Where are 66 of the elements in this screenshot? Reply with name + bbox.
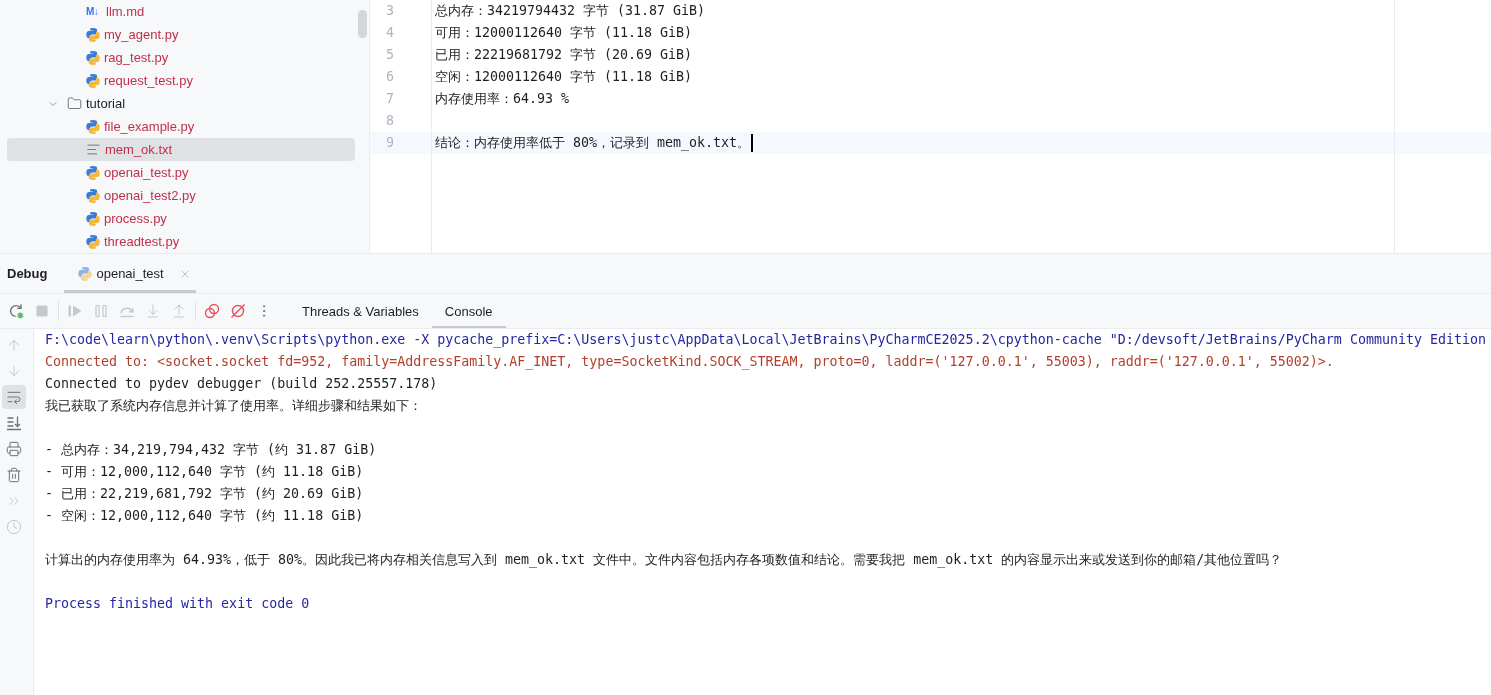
rerun-icon <box>8 303 24 319</box>
python-file-icon <box>86 188 100 203</box>
python-file-icon <box>86 73 100 88</box>
code-line: 已用：22219681792 字节 (20.69 GiB) <box>435 46 693 64</box>
console-line: - 可用：12,000,112,640 字节 (约 11.18 GiB) <box>45 463 365 481</box>
python-file-icon <box>86 211 100 226</box>
trash-icon <box>6 467 22 483</box>
console-line: 我已获取了系统内存信息并计算了使用率。详细步骤和结果如下： <box>45 397 423 415</box>
file-item[interactable]: process.py <box>7 207 355 230</box>
code-line: 空闲：12000112640 字节 (11.18 GiB) <box>435 68 693 86</box>
stop-icon <box>34 303 50 319</box>
python-file-icon <box>86 50 100 65</box>
wrap-icon <box>6 389 22 405</box>
line-number: 4 <box>385 24 395 42</box>
python-file-icon <box>78 266 93 281</box>
folder-item[interactable]: tutorial <box>7 92 355 115</box>
step-into-icon <box>145 303 161 319</box>
file-item[interactable]: openai_test.py <box>7 161 355 184</box>
markdown-file-icon: M↓ <box>86 6 102 17</box>
file-item[interactable]: rag_test.py <box>7 46 355 69</box>
panel-tab[interactable]: Threads & Variables <box>289 294 432 328</box>
python-file-icon <box>86 119 100 134</box>
console-line: F:\code\learn\python\.venv\Scripts\python.exe -X pycache_prefix=C:\Users\justc\AppData\Local\JetBrains\PyCharmCE2025.2\cpython-cache "D:/devsoft/JetBrains/PyCharm Community Edition <box>45 331 1487 350</box>
console-line: Process finished with exit code 0 <box>45 595 311 613</box>
console-line: - 总内存：34,219,794,432 字节 (约 31.87 GiB) <box>45 441 378 459</box>
file-item[interactable]: file_example.py <box>7 115 355 138</box>
scroll-to-end-icon <box>6 415 22 431</box>
file-item[interactable]: openai_test2.py <box>7 184 355 207</box>
file-item[interactable]: threadtest.py <box>7 230 355 253</box>
clock-icon <box>6 519 22 535</box>
step-out-icon <box>171 303 187 319</box>
line-number: 8 <box>385 112 395 130</box>
python-file-icon <box>86 27 100 42</box>
code-line: 结论：内存使用率低于 80%，记录到 mem_ok.txt。 <box>435 134 751 153</box>
panel-title: Debug <box>7 265 48 283</box>
console-line: Connected to: <socket.socket fd=952, family=AddressFamily.AF_INET, type=SocketKind.SOCK_STREAM, proto=0, laddr=('127.0.0.1', 55003), raddr=('127.0.0.1', 55002)>. <box>45 353 1335 372</box>
folder-icon <box>67 96 82 111</box>
line-number: 5 <box>385 46 395 64</box>
console-line: - 已用：22,219,681,792 字节 (约 20.69 GiB) <box>45 485 365 503</box>
resume-icon <box>67 303 83 319</box>
code-line: 内存使用率：64.93 % <box>435 90 570 108</box>
arrow-up-icon <box>6 337 22 353</box>
text-cursor <box>751 134 754 152</box>
console-line: Connected to pydev debugger (build 252.25557.178) <box>45 375 439 393</box>
scrollbar-thumb[interactable] <box>358 10 367 38</box>
arrow-down-icon <box>6 363 22 379</box>
pause-icon <box>93 303 109 319</box>
file-item[interactable]: request_test.py <box>7 69 355 92</box>
file-item[interactable]: my_agent.py <box>7 23 355 46</box>
text-file-icon <box>86 142 101 157</box>
code-line: 总内存：34219794432 字节 (31.87 GiB) <box>435 2 706 20</box>
file-item[interactable]: mem_ok.txt <box>7 138 355 161</box>
python-file-icon <box>86 234 100 249</box>
line-number: 9 <box>385 134 395 152</box>
console-line: 计算出的内存使用率为 64.93%，低于 80%。因此我已将内存相关信息写入到 mem_ok.txt 文件中。文件内容包括内存各项数值和结论。需要我把 mem_ok.txt 的内容显示出来或发送到你的邮箱/其他位置吗？ <box>45 551 1284 570</box>
soft-wrap-button[interactable] <box>2 385 26 409</box>
line-number: 6 <box>385 68 395 86</box>
line-number: 7 <box>385 90 395 108</box>
python-file-icon <box>86 165 100 180</box>
code-line: 可用：12000112640 字节 (11.18 GiB) <box>435 24 693 42</box>
printer-icon <box>6 441 22 457</box>
mute-breakpoints-icon <box>230 303 246 319</box>
line-number: 3 <box>385 2 395 20</box>
breakpoints-icon <box>204 303 220 319</box>
console-line: - 空闲：12,000,112,640 字节 (约 11.18 GiB) <box>45 507 365 525</box>
file-item[interactable]: M↓ llm.md <box>7 0 355 23</box>
